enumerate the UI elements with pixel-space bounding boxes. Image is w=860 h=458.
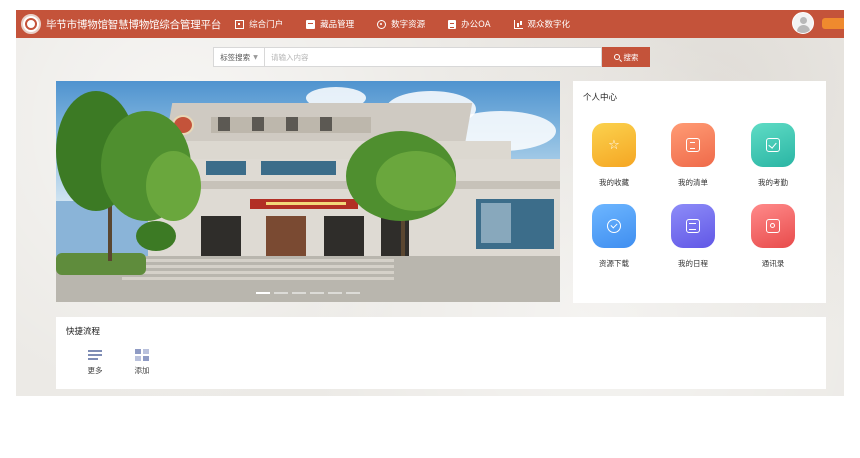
carousel-dot[interactable] [310,292,324,294]
quick-add-label: 添加 [134,366,150,375]
carousel-dot[interactable] [328,292,342,294]
tile-download[interactable]: 资源下载 [584,204,644,269]
quick-add-button[interactable]: 添加 [127,349,157,376]
tile-schedule[interactable]: 我的日程 [663,204,723,269]
quick-more-label: 更多 [87,366,103,375]
tile-list[interactable]: 我的清单 [663,123,723,188]
nav-collection[interactable]: 藏品管理 [306,18,354,30]
carousel-indicators [256,292,364,294]
quick-flow-title: 快捷流程 [66,327,101,337]
portal-icon [235,19,245,29]
nav-digital-resource[interactable]: 数字资源 [377,18,425,30]
header-badge[interactable] [822,18,844,29]
nav-portal-label: 综合门户 [249,20,284,30]
collection-icon [306,19,316,29]
nav-office-label: 办公OA [461,20,491,30]
contacts-icon [751,204,795,248]
search-button-label: 搜索 [623,52,639,62]
star-icon: ☆ [592,123,636,167]
tile-contacts-label: 通讯录 [761,259,785,268]
quick-flow-card: 快捷流程 更多 添加 [56,317,826,389]
main-nav: 综合门户 藏品管理 数字资源 办公OA 观众数字化 [235,10,593,38]
nav-portal[interactable]: 综合门户 [235,18,283,30]
quick-more-button[interactable]: 更多 [80,349,110,376]
search-bar: 标签搜索 ▼ 搜索 [213,47,650,67]
app-window: 毕节市博物馆智慧博物馆综合管理平台 综合门户 藏品管理 数字资源 办公OA 观众… [16,10,844,396]
museum-logo[interactable] [21,14,41,34]
personal-center-card: 个人中心 ☆ 我的收藏 我的清单 我的考勤 资源下载 我的日程 通讯录 [573,81,826,303]
personal-center-title: 个人中心 [583,93,618,103]
tile-schedule-label: 我的日程 [678,259,708,268]
carousel-dot[interactable] [256,292,270,294]
nav-visitor-analytics[interactable]: 观众数字化 [513,18,571,30]
carousel-dot[interactable] [274,292,288,294]
list-icon [671,123,715,167]
digital-resource-icon [377,19,387,29]
download-icon [592,204,636,248]
tile-list-label: 我的清单 [678,178,708,187]
search-category-label: 标签搜索 [220,52,251,62]
nav-office[interactable]: 办公OA [448,18,491,30]
search-icon [613,54,620,60]
carousel-dot[interactable] [292,292,306,294]
tile-attendance[interactable]: 我的考勤 [743,123,803,188]
banner-carousel[interactable] [56,81,560,302]
nav-digital-resource-label: 数字资源 [391,20,426,30]
nav-visitor-analytics-label: 观众数字化 [527,20,571,30]
top-header: 毕节市博物馆智慧博物馆综合管理平台 综合门户 藏品管理 数字资源 办公OA 观众… [16,10,844,38]
tile-contacts[interactable]: 通讯录 [743,204,803,269]
tile-attendance-label: 我的考勤 [758,178,788,187]
add-grid-icon [135,349,149,361]
user-avatar[interactable] [792,12,814,34]
more-list-icon [88,349,102,361]
schedule-icon [671,204,715,248]
chevron-down-icon: ▼ [253,53,258,61]
carousel-dot[interactable] [346,292,360,294]
search-button[interactable]: 搜索 [602,47,650,67]
tile-favorites-label: 我的收藏 [599,178,629,187]
visitor-analytics-icon [513,19,523,29]
office-icon [448,19,457,29]
search-category-select[interactable]: 标签搜索 ▼ [213,47,265,67]
search-input[interactable] [265,47,602,67]
app-title: 毕节市博物馆智慧博物馆综合管理平台 [46,18,222,31]
tile-download-label: 资源下载 [599,259,629,268]
nav-collection-label: 藏品管理 [320,20,355,30]
attendance-icon [751,123,795,167]
tile-favorites[interactable]: ☆ 我的收藏 [584,123,644,188]
